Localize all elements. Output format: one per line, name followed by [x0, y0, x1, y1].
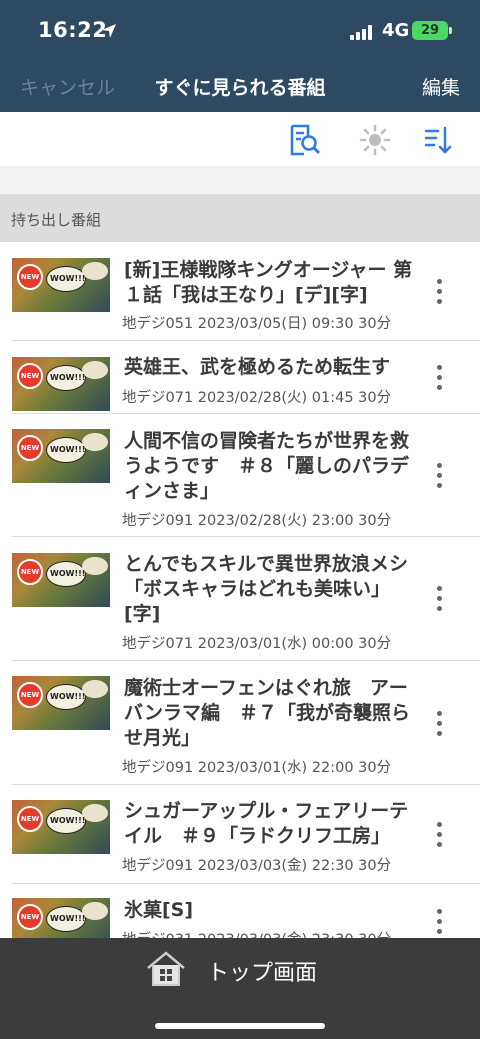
spacer — [0, 166, 480, 194]
program-title: [新]王様戦隊キングオージャー 第１話「我は王なり」[デ][字] — [124, 259, 413, 306]
program-title: 人間不信の冒険者たちが世界を救うようです ＃８「麗しのパラディンさま」 — [124, 430, 410, 502]
thumbnail-caption: WOW!!! — [50, 692, 86, 701]
header: 16:22 4G 29 すぐに見られる番組 キャンセル 編集 — [0, 0, 480, 112]
thumbnail-caption: WOW!!! — [50, 816, 86, 825]
edit-button[interactable]: 編集 — [422, 73, 460, 100]
program-meta: 地デジ071 2023/02/28(火) 01:45 30分 — [122, 390, 392, 406]
program-thumbnail: WOW!!! NEW — [12, 898, 110, 938]
search-document-icon[interactable] — [286, 122, 322, 158]
program-title: 魔術士オーフェンはぐれ旅 アーバンラマ編 ＃７「我が奇襲照らせ月光」 — [124, 677, 410, 749]
program-thumbnail: WOW!!! NEW — [12, 800, 110, 854]
section-header: 持ち出し番組 — [0, 194, 480, 242]
home-indicator — [155, 1023, 325, 1029]
status-bar: 16:22 4G 29 — [0, 0, 480, 60]
new-badge: NEW — [17, 904, 43, 930]
battery-tip — [449, 27, 452, 34]
list-item[interactable]: WOW!!! NEW 魔術士オーフェンはぐれ旅 アーバンラマ編 ＃７「我が奇襲照ら… — [0, 661, 480, 785]
battery-icon: 29 — [412, 21, 448, 40]
status-time: 16:22 — [38, 18, 108, 42]
new-badge: NEW — [17, 264, 43, 290]
more-options-icon[interactable] — [437, 365, 443, 391]
more-options-icon[interactable] — [437, 822, 443, 848]
program-title: 英雄王、武を極めるため転生す — [124, 356, 391, 378]
program-meta: 地デジ091 2023/02/28(火) 23:00 30分 — [122, 513, 392, 529]
list-item[interactable]: WOW!!! NEW とんでもスキルで異世界放浪メシ「ボスキャラはどれも美味い」[… — [0, 537, 480, 661]
thumbnail-caption: WOW!!! — [50, 914, 86, 923]
program-thumbnail: WOW!!! NEW — [12, 553, 110, 607]
new-badge: NEW — [17, 682, 43, 708]
more-options-icon[interactable] — [437, 711, 443, 737]
program-title: とんでもスキルで異世界放浪メシ「ボスキャラはどれも美味い」[字] — [124, 553, 409, 625]
program-title: シュガーアップル・フェアリーテイル ＃９「ラドクリフ工房」 — [124, 800, 409, 847]
top-screen-button[interactable]: トップ画面 — [207, 955, 317, 987]
cellular-signal-icon — [350, 24, 376, 40]
thumbnail-caption: WOW!!! — [50, 445, 86, 454]
footer-bar[interactable]: トップ画面 — [0, 938, 480, 1039]
thumbnail-caption: WOW!!! — [50, 569, 86, 578]
program-thumbnail: WOW!!! NEW — [12, 429, 110, 483]
program-thumbnail: WOW!!! NEW — [12, 258, 110, 312]
network-type: 4G — [382, 20, 410, 41]
brightness-icon[interactable] — [357, 122, 393, 158]
list-item[interactable]: WOW!!! NEW 氷菓[S] 地デジ031 2023/03/03(金) 23:… — [0, 884, 480, 938]
sort-icon[interactable] — [420, 122, 456, 158]
list-item[interactable]: WOW!!! NEW 英雄王、武を極めるため転生す 地デジ071 2023/02/… — [0, 341, 480, 414]
location-arrow-icon — [102, 24, 116, 38]
toolbar — [0, 112, 480, 166]
section-label: 持ち出し番組 — [11, 211, 102, 229]
program-meta: 地デジ051 2023/03/05(日) 09:30 30分 — [122, 316, 392, 332]
program-thumbnail: WOW!!! NEW — [12, 357, 110, 411]
thumbnail-caption: WOW!!! — [50, 373, 86, 382]
program-meta: 地デジ071 2023/03/01(水) 00:00 30分 — [122, 636, 392, 652]
more-options-icon[interactable] — [437, 279, 443, 305]
list-item[interactable]: WOW!!! NEW シュガーアップル・フェアリーテイル ＃９「ラドクリフ工房」 … — [0, 785, 480, 884]
program-meta: 地デジ031 2023/03/03(金) 23:30 30分 — [122, 928, 391, 938]
list-item[interactable]: WOW!!! NEW [新]王様戦隊キングオージャー 第１話「我は王なり」[デ][… — [0, 242, 480, 341]
program-meta: 地デジ091 2023/03/03(金) 22:30 30分 — [122, 858, 392, 874]
new-badge: NEW — [17, 363, 43, 389]
home-icon[interactable] — [145, 950, 187, 988]
program-title: 氷菓[S] — [124, 899, 194, 921]
more-options-icon[interactable] — [437, 463, 443, 489]
new-badge: NEW — [17, 435, 43, 461]
thumbnail-caption: WOW!!! — [50, 274, 86, 283]
program-thumbnail: WOW!!! NEW — [12, 676, 110, 730]
more-options-icon[interactable] — [437, 586, 443, 612]
more-options-icon[interactable] — [437, 909, 443, 935]
new-badge: NEW — [17, 559, 43, 585]
program-meta: 地デジ091 2023/03/01(水) 22:00 30分 — [122, 760, 392, 776]
cancel-button[interactable]: キャンセル — [20, 73, 115, 100]
new-badge: NEW — [17, 806, 43, 832]
program-list: WOW!!! NEW [新]王様戦隊キングオージャー 第１話「我は王なり」[デ][… — [0, 242, 480, 938]
list-item[interactable]: WOW!!! NEW 人間不信の冒険者たちが世界を救うようです ＃８「麗しのパラデ… — [0, 414, 480, 537]
